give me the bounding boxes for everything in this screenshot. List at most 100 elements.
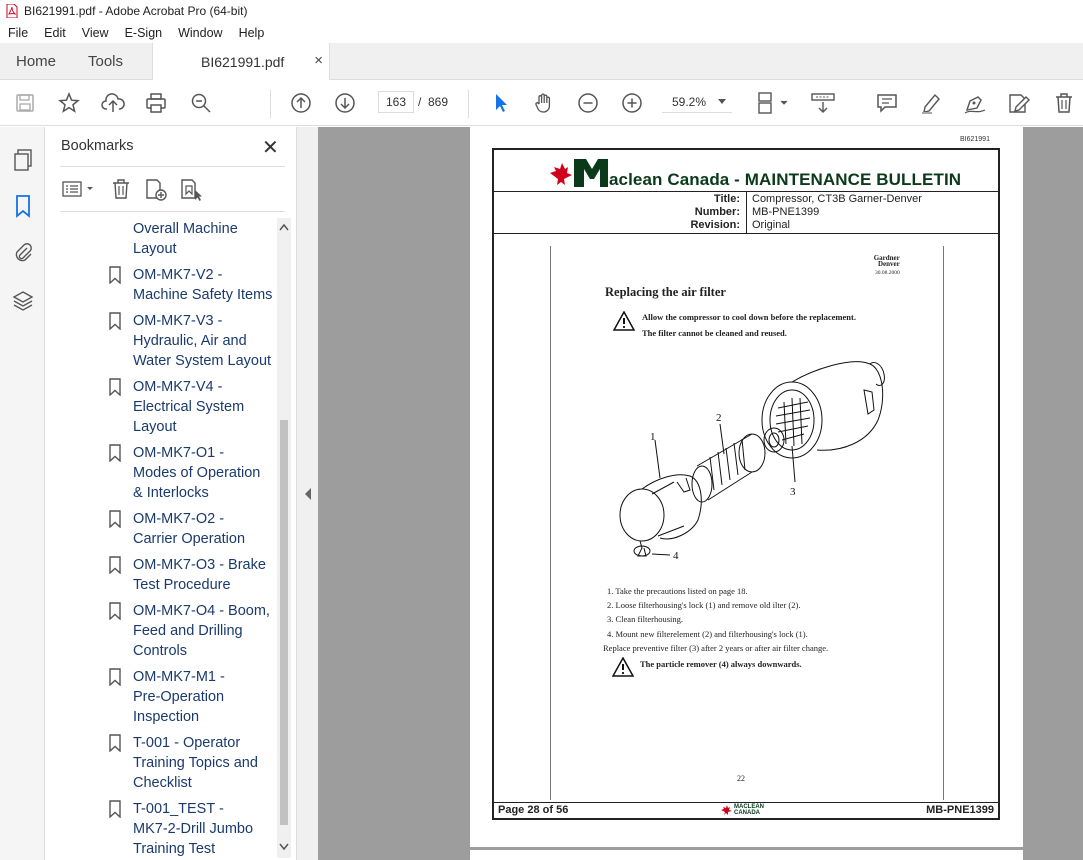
tab-document[interactable]: BI621991.pdf ×: [152, 43, 330, 80]
main-toolbar: [0, 80, 1083, 126]
bookmark-icon: [109, 556, 121, 574]
zoom-in-icon[interactable]: [619, 90, 645, 116]
bookmark-from-selection-icon[interactable]: [180, 178, 204, 207]
air-filter-diagram: 1 2 3 4: [619, 361, 885, 562]
comment-icon[interactable]: [874, 90, 900, 116]
window-titlebar: BI621991.pdf - Adobe Acrobat Pro (64-bit…: [0, 0, 1083, 22]
number-label: Number:: [694, 206, 740, 218]
divider: [746, 192, 747, 234]
save-icon[interactable]: [12, 90, 38, 116]
callout-2: 2: [716, 412, 722, 424]
page-separator: /: [418, 95, 422, 109]
callout-4: 4: [673, 550, 679, 562]
acrobat-icon: [6, 4, 18, 18]
new-bookmark-icon[interactable]: [145, 178, 169, 207]
warning-text: Allow the compressor to cool down before…: [642, 312, 856, 322]
page-fit-icon[interactable]: [754, 90, 792, 116]
title-value: Compressor, CT3B Garner-Denver: [752, 193, 922, 205]
gardner-denver-logo: Gardner Denver 30.08.2000: [866, 255, 900, 277]
print-icon[interactable]: [143, 90, 169, 116]
maclean-footer-logo-icon: [721, 805, 732, 815]
page-number-input[interactable]: 163: [378, 91, 414, 113]
warning-text: The filter cannot be cleaned and reused.: [642, 328, 787, 338]
bulletin-footer: Page 28 of 56 MACLEAN CANADA MB-PNE1399: [494, 802, 998, 818]
menu-esign[interactable]: E-Sign: [117, 26, 171, 40]
replace-note: Replace preventive filter (3) after 2 ye…: [603, 643, 829, 653]
bookmark-icon: [109, 800, 121, 818]
zoom-select[interactable]: 59.2%: [662, 91, 732, 113]
options-menu-icon[interactable]: [62, 179, 96, 204]
edit-pdf-icon[interactable]: [1006, 90, 1032, 116]
bookmark-icon: [109, 602, 121, 620]
title-label: Title:: [713, 193, 740, 205]
scrollbar-thumb[interactable]: [280, 420, 288, 825]
chevron-down-icon: [718, 99, 726, 104]
bookmark-icon: [109, 378, 121, 396]
page-thumbnails-icon[interactable]: [10, 147, 36, 173]
tab-bar: Home Tools BI621991.pdf ×: [0, 43, 1083, 80]
revision-label: Revision:: [690, 219, 740, 231]
tab-tools[interactable]: Tools: [88, 53, 123, 70]
gd-line: 30.08.2000: [875, 270, 900, 276]
menu-view[interactable]: View: [74, 26, 117, 40]
tab-document-label: BI621991.pdf: [201, 54, 285, 70]
step-item: 1. Take the precautions listed on page 1…: [607, 586, 748, 596]
panel-splitter[interactable]: [296, 127, 318, 860]
scroll-mode-icon[interactable]: [808, 90, 838, 116]
warning-icon: [613, 311, 635, 331]
delete-icon[interactable]: [1051, 90, 1077, 116]
warning-icon: [612, 657, 634, 677]
divider: [60, 166, 285, 167]
menu-bar: File Edit View E-Sign Window Help: [0, 22, 1083, 43]
tab-home[interactable]: Home: [16, 53, 56, 70]
tab-close-button[interactable]: ×: [314, 52, 323, 69]
zoom-value: 59.2%: [672, 94, 707, 109]
step-item: 2. Loose filterhousing's lock (1) and re…: [607, 600, 801, 610]
step-item: 3. Clean filterhousing.: [607, 614, 684, 624]
delete-bookmark-icon[interactable]: [111, 178, 131, 205]
close-icon[interactable]: ✕: [262, 135, 279, 160]
bookmark-icon: [109, 266, 121, 284]
callout-3: 3: [790, 486, 796, 498]
footer-number: MB-PNE1399: [926, 804, 994, 816]
footer-logo: MACLEAN CANADA: [734, 804, 764, 816]
doc-id: BI621991: [960, 136, 990, 143]
inner-page-number: 22: [737, 774, 745, 783]
star-icon[interactable]: [56, 90, 82, 116]
bookmark-icon: [109, 734, 121, 752]
bookmark-panel-icon[interactable]: [10, 193, 36, 219]
maclean-logo: [550, 159, 608, 187]
menu-window[interactable]: Window: [170, 26, 230, 40]
bookmarks-toolbar: [60, 175, 285, 205]
hand-tool-icon[interactable]: [531, 90, 557, 116]
menu-file[interactable]: File: [0, 26, 36, 40]
bulletin-brand: aclean Canada - MAINTENANCE BULLETIN: [609, 170, 962, 189]
zoom-search-icon[interactable]: [188, 90, 214, 116]
scroll-down-icon[interactable]: [279, 843, 289, 851]
navigation-rail: [0, 127, 45, 860]
menu-edit[interactable]: Edit: [36, 26, 74, 40]
pdf-next-page: [470, 850, 1023, 860]
attachment-icon[interactable]: [10, 240, 36, 266]
menu-help[interactable]: Help: [231, 26, 273, 40]
select-cursor-icon[interactable]: [488, 90, 514, 116]
window-title: BI621991.pdf - Adobe Acrobat Pro (64-bit…: [24, 4, 248, 18]
bookmark-icon: [109, 312, 121, 330]
scroll-up-icon[interactable]: [279, 223, 289, 231]
highlight-pen-icon[interactable]: [918, 90, 944, 116]
step-item: 4. Mount new filterelement (2) and filte…: [607, 629, 808, 639]
toolbar-divider: [468, 90, 469, 118]
next-page-icon[interactable]: [332, 90, 358, 116]
bulletin-info: Title: Compressor, CT3B Garner-Denver Nu…: [494, 192, 998, 234]
bookmark-icon: [109, 510, 121, 528]
layers-icon[interactable]: [10, 288, 36, 314]
bookmark-icon: [109, 668, 121, 686]
sign-pen-icon[interactable]: [962, 90, 988, 116]
collapse-panel-icon[interactable]: [304, 488, 312, 500]
previous-page-icon[interactable]: [288, 90, 314, 116]
page-total: 869: [428, 95, 449, 109]
upload-cloud-icon[interactable]: [100, 90, 126, 116]
callout-1: 1: [650, 431, 656, 443]
zoom-out-icon[interactable]: [575, 90, 601, 116]
bookmarks-title: Bookmarks: [61, 138, 134, 154]
